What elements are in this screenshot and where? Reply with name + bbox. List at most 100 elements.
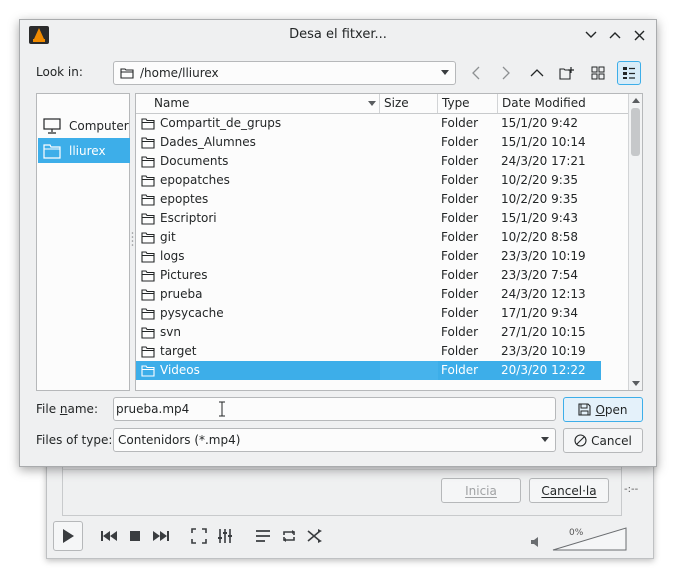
file-name-input[interactable] bbox=[113, 397, 556, 421]
save-file-dialog: Desa el fitxer... Look in: /home/lliurex bbox=[19, 19, 657, 467]
title-bar[interactable]: Desa el fitxer... bbox=[20, 20, 656, 50]
folder-icon bbox=[141, 345, 155, 358]
chevron-up-icon bbox=[609, 32, 621, 39]
file-type-cell: Folder bbox=[441, 344, 479, 358]
file-name-label: File name: bbox=[36, 402, 98, 416]
column-header-size[interactable]: Size bbox=[380, 94, 438, 113]
inicia-label: Inicia bbox=[465, 483, 497, 498]
file-date-cell: 23/3/20 10:19 bbox=[501, 249, 586, 263]
file-name-cell: logs bbox=[160, 249, 185, 263]
table-row[interactable]: logs Folder 23/3/20 10:19 bbox=[136, 247, 601, 266]
files-of-type-combo[interactable]: Contenidors (*.mp4) bbox=[113, 428, 556, 452]
folder-icon bbox=[141, 193, 155, 206]
table-row[interactable]: Documents Folder 24/3/20 17:21 bbox=[136, 152, 601, 171]
scroll-down-icon[interactable] bbox=[632, 381, 640, 386]
folder-icon bbox=[141, 136, 155, 149]
new-folder-icon bbox=[559, 67, 574, 80]
look-in-combo[interactable]: /home/lliurex bbox=[113, 61, 456, 85]
table-row[interactable]: Videos Folder 20/3/20 12:22 bbox=[136, 361, 601, 380]
skip-forward-icon bbox=[153, 531, 169, 541]
minimize-button[interactable] bbox=[582, 26, 600, 44]
file-date-cell: 23/3/20 10:19 bbox=[501, 344, 586, 358]
playlist-icon bbox=[256, 530, 270, 542]
scroll-up-icon[interactable] bbox=[632, 98, 640, 103]
table-row[interactable]: epopatches Folder 10/2/20 9:35 bbox=[136, 171, 601, 190]
folder-icon bbox=[43, 143, 61, 159]
list-header: Name Size Type Date Modified bbox=[136, 94, 629, 114]
open-button[interactable]: Open bbox=[563, 397, 643, 422]
table-row[interactable]: target Folder 23/3/20 10:19 bbox=[136, 342, 601, 361]
next-button[interactable] bbox=[148, 521, 174, 551]
column-header-date[interactable]: Date Modified bbox=[498, 94, 629, 113]
table-row[interactable]: pysycache Folder 17/1/20 9:34 bbox=[136, 304, 601, 323]
file-type-cell: Folder bbox=[441, 135, 479, 149]
cancella-button[interactable]: Cancel·la bbox=[529, 478, 609, 503]
splitter-handle[interactable] bbox=[131, 230, 134, 250]
file-name-cell: Escriptori bbox=[160, 211, 217, 225]
speaker-icon[interactable] bbox=[530, 536, 542, 548]
inicia-button[interactable]: Inicia bbox=[441, 478, 521, 503]
detail-view-button[interactable] bbox=[617, 61, 641, 85]
fullscreen-button[interactable] bbox=[186, 521, 212, 551]
forward-button[interactable] bbox=[494, 61, 518, 85]
back-button[interactable] bbox=[464, 61, 488, 85]
loop-button[interactable] bbox=[276, 521, 302, 551]
file-name-cell: svn bbox=[160, 325, 181, 339]
file-date-cell: 15/1/20 9:43 bbox=[501, 211, 579, 225]
playlist-button[interactable] bbox=[250, 521, 276, 551]
sidebar-item-computer[interactable]: Computer bbox=[38, 113, 130, 138]
file-type-cell: Folder bbox=[441, 249, 479, 263]
file-type-cell: Folder bbox=[441, 306, 479, 320]
file-name-cell: Compartit_de_grups bbox=[160, 116, 282, 130]
volume-slider[interactable] bbox=[552, 527, 628, 551]
table-row[interactable]: prueba Folder 24/3/20 12:13 bbox=[136, 285, 601, 304]
cancel-button[interactable]: Cancel bbox=[563, 428, 643, 453]
equalizer-icon bbox=[218, 529, 232, 543]
parent-directory-button[interactable] bbox=[525, 61, 549, 85]
extended-settings-button[interactable] bbox=[212, 521, 238, 551]
maximize-button[interactable] bbox=[606, 26, 624, 44]
icon-view-button[interactable] bbox=[586, 61, 610, 85]
previous-button[interactable] bbox=[96, 521, 122, 551]
file-date-cell: 15/1/20 10:14 bbox=[501, 135, 586, 149]
table-row[interactable]: epoptes Folder 10/2/20 9:35 bbox=[136, 190, 601, 209]
column-header-type[interactable]: Type bbox=[438, 94, 498, 113]
folder-icon bbox=[141, 231, 155, 244]
file-name-label-part: ame: bbox=[67, 402, 98, 416]
close-icon bbox=[634, 30, 644, 40]
table-row[interactable]: git Folder 10/2/20 8:58 bbox=[136, 228, 601, 247]
skip-back-icon bbox=[101, 531, 117, 541]
cancel-icon bbox=[574, 434, 587, 447]
stop-icon bbox=[130, 531, 140, 541]
file-date-cell: 10/2/20 8:58 bbox=[501, 230, 579, 244]
table-row[interactable]: Escriptori Folder 15/1/20 9:43 bbox=[136, 209, 601, 228]
sidebar-item-lliurex[interactable]: lliurex bbox=[38, 138, 130, 163]
file-date-cell: 27/1/20 10:15 bbox=[501, 325, 586, 339]
detail-view-icon bbox=[623, 67, 635, 79]
folder-icon bbox=[141, 269, 155, 282]
file-date-cell: 24/3/20 17:21 bbox=[501, 154, 586, 168]
places-sidebar: Computer lliurex bbox=[36, 93, 130, 391]
play-button[interactable] bbox=[53, 521, 83, 551]
cancel-button-label: Cancel bbox=[591, 433, 632, 448]
close-button[interactable] bbox=[630, 26, 648, 44]
folder-icon bbox=[141, 307, 155, 320]
text-cursor-icon bbox=[219, 401, 225, 417]
stop-button[interactable] bbox=[122, 521, 148, 551]
file-name-cell: epoptes bbox=[160, 192, 209, 206]
scrollbar-thumb[interactable] bbox=[631, 108, 640, 156]
sidebar-item-label: lliurex bbox=[69, 143, 106, 158]
file-list: Name Size Type Date Modified Compartit_d… bbox=[135, 93, 643, 391]
vertical-scrollbar[interactable] bbox=[628, 94, 642, 390]
size-cell bbox=[380, 361, 438, 380]
new-folder-button[interactable] bbox=[555, 61, 579, 85]
table-row[interactable]: Compartit_de_grups Folder 15/1/20 9:42 bbox=[136, 114, 601, 133]
column-header-name[interactable]: Name bbox=[150, 94, 380, 113]
table-row[interactable]: svn Folder 27/1/20 10:15 bbox=[136, 323, 601, 342]
shuffle-button[interactable] bbox=[302, 521, 328, 551]
save-icon bbox=[578, 403, 592, 416]
folder-icon bbox=[141, 250, 155, 263]
table-row[interactable]: Dades_Alumnes Folder 15/1/20 10:14 bbox=[136, 133, 601, 152]
open-label-mnemonic: O bbox=[595, 402, 605, 417]
table-row[interactable]: Pictures Folder 23/3/20 7:54 bbox=[136, 266, 601, 285]
